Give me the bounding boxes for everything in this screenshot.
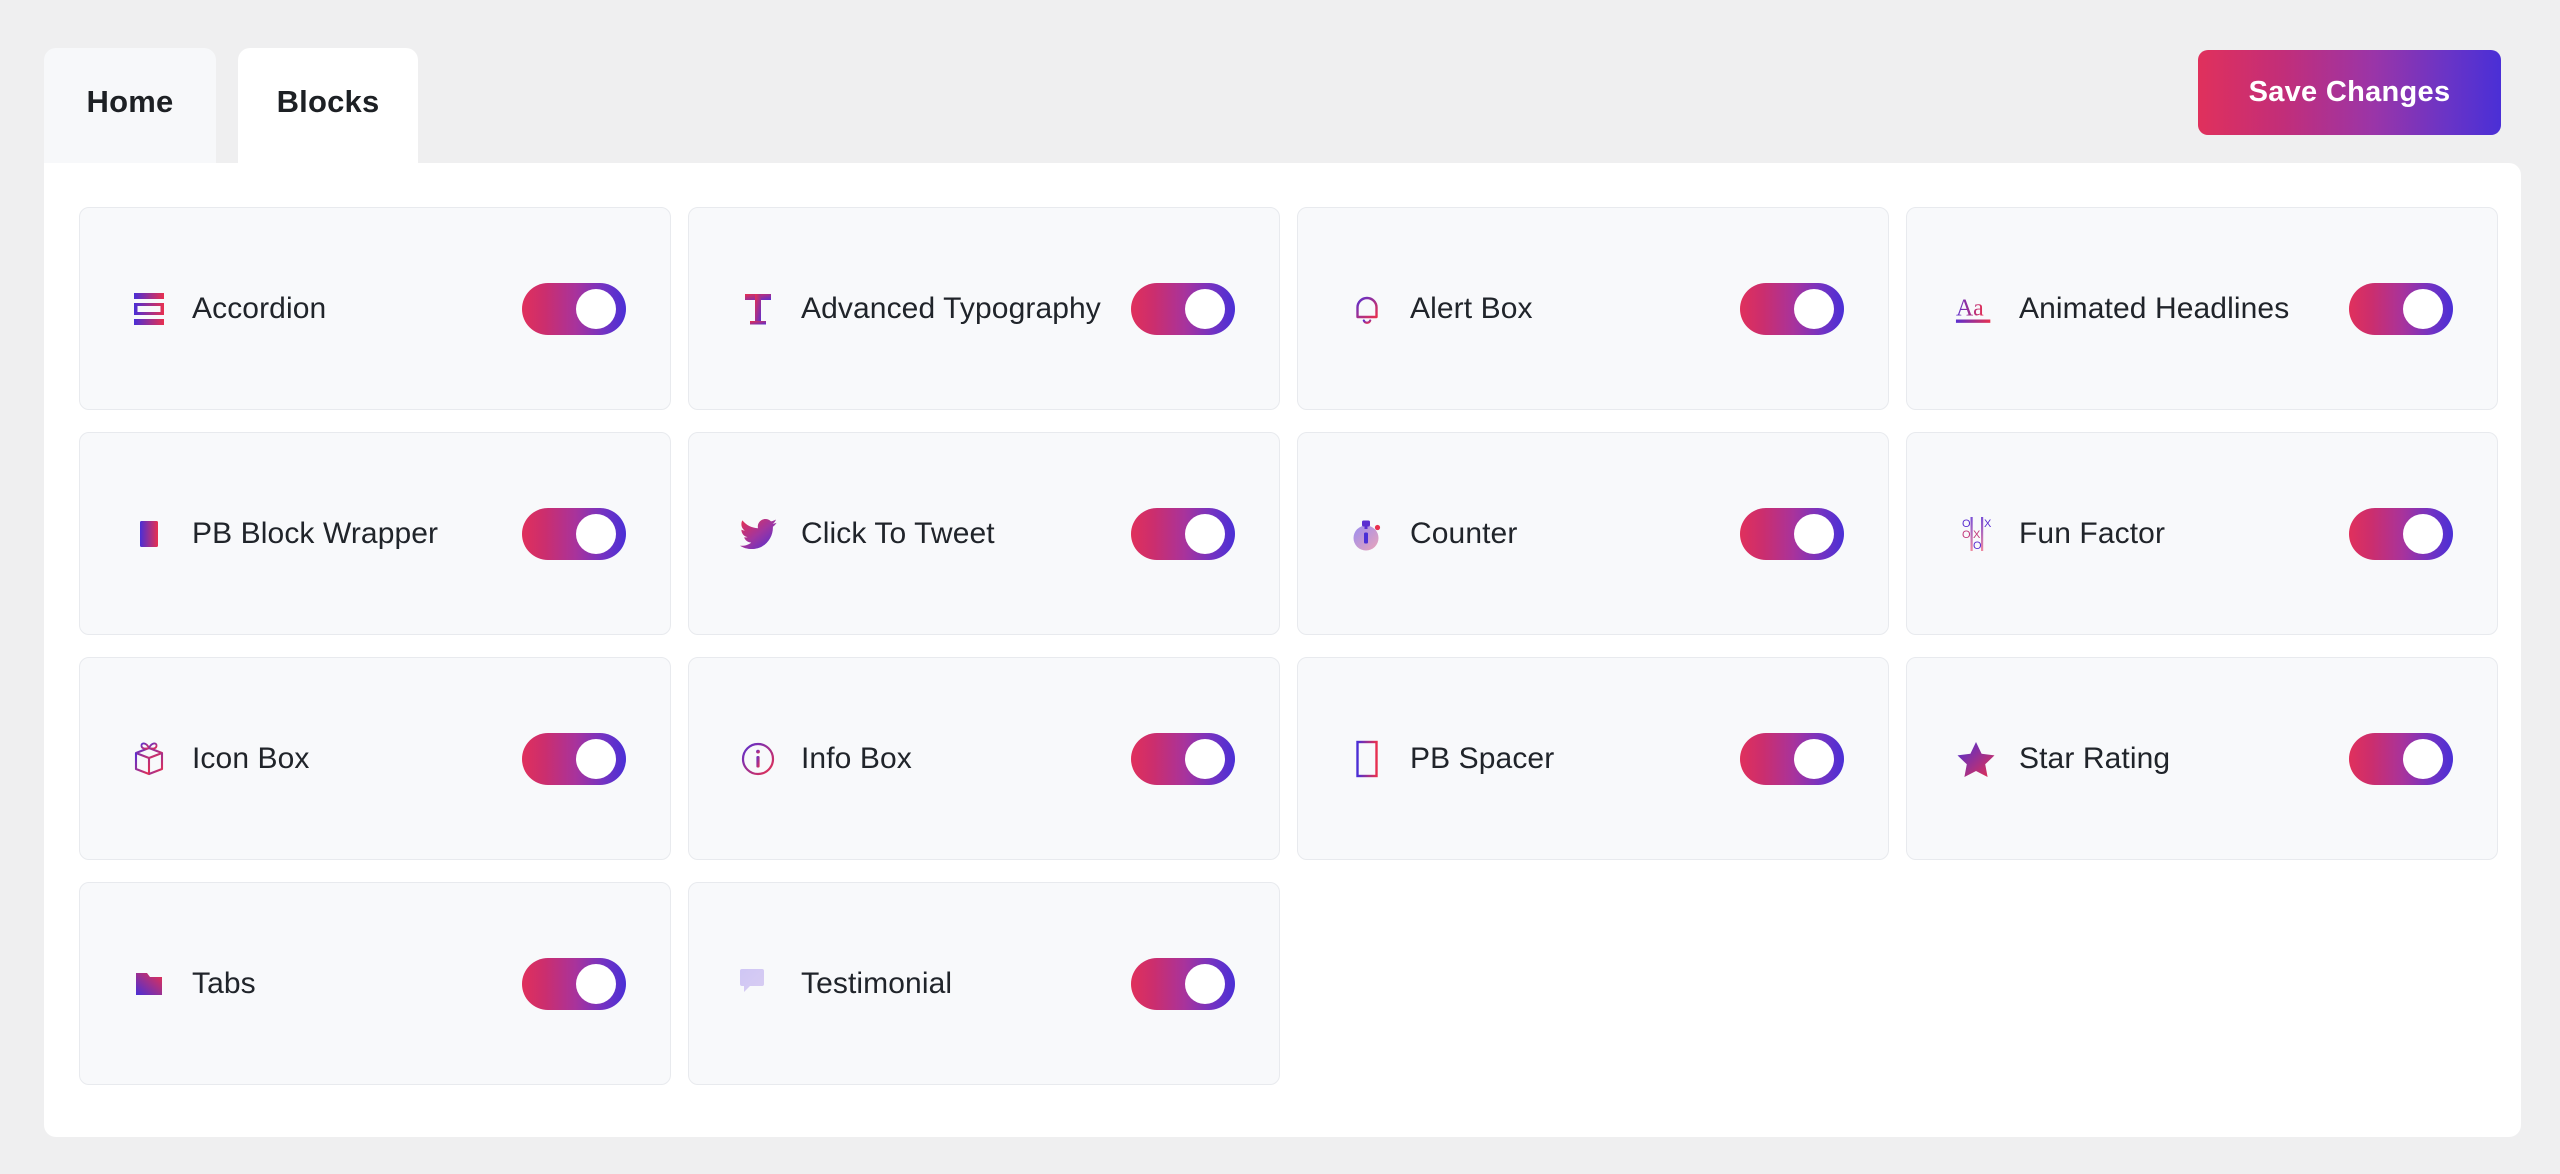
block-enable-toggle[interactable] (2349, 507, 2453, 560)
block-label: Testimonial (801, 966, 953, 1000)
block-card-content: Advanced Typography (737, 288, 1131, 330)
typography-t-icon (737, 288, 779, 330)
twitter-bird-icon (737, 513, 779, 555)
toggle-knob (576, 738, 616, 779)
block-card[interactable]: Counter (1297, 432, 1889, 635)
block-card-content: PB Spacer (1346, 738, 1740, 780)
svg-text:O: O (1962, 529, 1971, 541)
block-card[interactable]: Advanced Typography (688, 207, 1280, 410)
block-label: Advanced Typography (801, 291, 1101, 325)
gift-box-icon (128, 738, 170, 780)
settings-page: Home Blocks Save Changes Accordion Advan… (0, 0, 2560, 1174)
block-card-content: Info Box (737, 738, 1131, 780)
blocks-panel: Accordion Advanced Typography Alert Box … (44, 163, 2521, 1137)
block-label: Star Rating (2019, 741, 2171, 775)
block-card-content: Tabs (128, 963, 522, 1005)
tab-home-label: Home (86, 84, 174, 119)
blocks-grid: Accordion Advanced Typography Alert Box … (79, 207, 2498, 1085)
block-card-content: Accordion (128, 288, 522, 330)
block-label: Icon Box (192, 741, 310, 775)
block-card[interactable]: PB Spacer (1297, 657, 1889, 860)
tic-tac-toe-icon: O X O X O (1955, 513, 1997, 555)
block-card[interactable]: Icon Box (79, 657, 671, 860)
toggle-knob (1185, 288, 1225, 329)
block-enable-toggle[interactable] (522, 507, 626, 560)
block-enable-toggle[interactable] (522, 282, 626, 335)
toggle-knob (1794, 288, 1834, 329)
block-label: Info Box (801, 741, 912, 775)
tab-blocks-label: Blocks (276, 84, 380, 119)
toggle-knob (1794, 513, 1834, 554)
svg-text:O: O (1973, 540, 1982, 552)
block-card[interactable]: Info Box (688, 657, 1280, 860)
block-enable-toggle[interactable] (1131, 282, 1235, 335)
block-card[interactable]: O X O X O Fun Factor (1906, 432, 2498, 635)
block-label: Alert Box (1410, 291, 1533, 325)
block-enable-toggle[interactable] (522, 957, 626, 1010)
block-card-content: PB Block Wrapper (128, 513, 522, 555)
block-enable-toggle[interactable] (1740, 282, 1844, 335)
bell-icon (1346, 288, 1388, 330)
block-label: PB Block Wrapper (192, 516, 439, 550)
spacer-rectangle-icon (1346, 738, 1388, 780)
folder-tabs-icon (128, 963, 170, 1005)
block-label: Click To Tweet (801, 516, 995, 550)
toggle-knob (2403, 288, 2443, 329)
block-label: Accordion (192, 291, 327, 325)
tab-home[interactable]: Home (44, 48, 216, 163)
block-label: Tabs (192, 966, 256, 1000)
toggle-knob (1794, 738, 1834, 779)
block-card-content: O X O X O Fun Factor (1955, 513, 2349, 555)
tab-bar: Home Blocks Save Changes (0, 0, 2560, 163)
tab-blocks[interactable]: Blocks (238, 48, 418, 163)
block-wrapper-icon (128, 513, 170, 555)
block-card-content: Counter (1346, 513, 1740, 555)
block-enable-toggle[interactable] (1131, 732, 1235, 785)
toggle-knob (2403, 738, 2443, 779)
block-enable-toggle[interactable] (1131, 957, 1235, 1010)
block-label: Animated Headlines (2019, 291, 2290, 325)
toggle-knob (576, 963, 616, 1004)
save-changes-label: Save Changes (2248, 76, 2451, 108)
block-card[interactable]: Testimonial (688, 882, 1280, 1085)
block-card[interactable]: Star Rating (1906, 657, 2498, 860)
block-card[interactable]: Accordion (79, 207, 671, 410)
toggle-knob (1185, 513, 1225, 554)
block-label: Counter (1410, 516, 1518, 550)
block-enable-toggle[interactable] (522, 732, 626, 785)
toggle-knob (576, 288, 616, 329)
svg-text:Aa: Aa (1956, 295, 1984, 321)
block-card[interactable]: Click To Tweet (688, 432, 1280, 635)
block-enable-toggle[interactable] (1740, 732, 1844, 785)
block-card[interactable]: Aa Animated Headlines (1906, 207, 2498, 410)
toggle-knob (1185, 963, 1225, 1004)
block-card-content: Testimonial (737, 963, 1131, 1005)
block-label: Fun Factor (2019, 516, 2166, 550)
animated-headlines-aa-icon: Aa (1955, 288, 1997, 330)
accordion-icon (128, 288, 170, 330)
block-card[interactable]: PB Block Wrapper (79, 432, 671, 635)
block-label: PB Spacer (1410, 741, 1555, 775)
toggle-knob (576, 513, 616, 554)
svg-text:X: X (1984, 518, 1992, 530)
stopwatch-icon (1346, 513, 1388, 555)
block-enable-toggle[interactable] (2349, 282, 2453, 335)
toggle-knob (1185, 738, 1225, 779)
block-enable-toggle[interactable] (2349, 732, 2453, 785)
info-circle-icon (737, 738, 779, 780)
block-card-content: Alert Box (1346, 288, 1740, 330)
block-card-content: Icon Box (128, 738, 522, 780)
block-card-content: Star Rating (1955, 738, 2349, 780)
speech-bubbles-icon (737, 963, 779, 1005)
block-enable-toggle[interactable] (1131, 507, 1235, 560)
block-card-content: Aa Animated Headlines (1955, 288, 2349, 330)
save-changes-button[interactable]: Save Changes (2198, 50, 2501, 135)
block-enable-toggle[interactable] (1740, 507, 1844, 560)
block-card-content: Click To Tweet (737, 513, 1131, 555)
block-card[interactable]: Tabs (79, 882, 671, 1085)
block-card[interactable]: Alert Box (1297, 207, 1889, 410)
toggle-knob (2403, 513, 2443, 554)
star-icon (1955, 738, 1997, 780)
